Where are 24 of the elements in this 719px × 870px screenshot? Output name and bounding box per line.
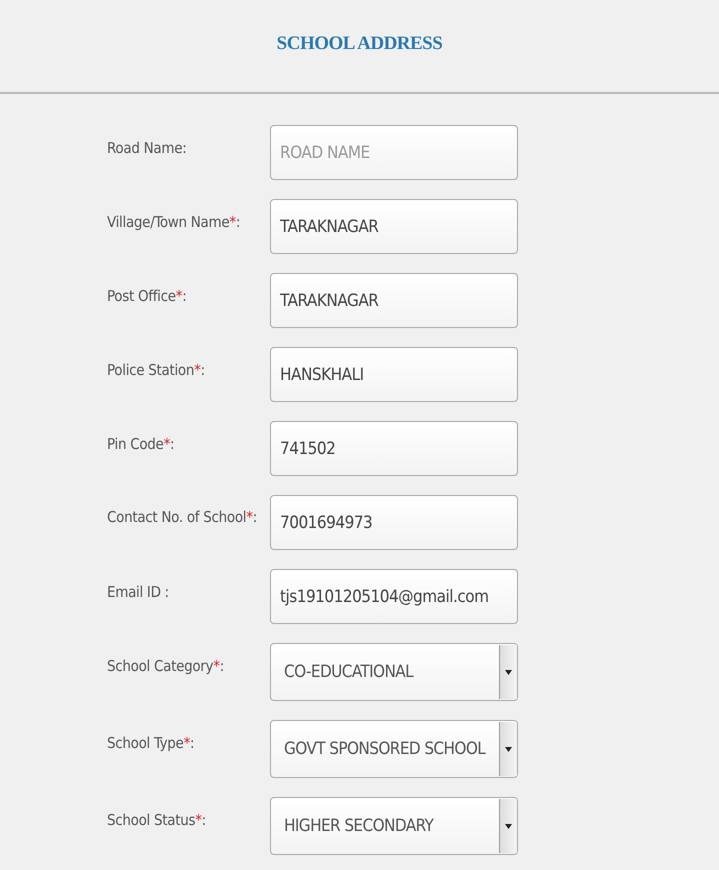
field-label: Email ID : (107, 582, 170, 603)
input-field[interactable]: 7001694973 (270, 495, 518, 550)
field-label: School Category*: (107, 656, 225, 677)
input-field[interactable]: HANSKHALI (270, 347, 518, 402)
caret-icon (505, 824, 512, 828)
caret-icon (505, 746, 512, 752)
field-label: School Status*: (107, 810, 207, 831)
field-label: Police Station*: (107, 360, 206, 381)
dropdown[interactable]: GOVT SPONSORED SCHOOL (270, 720, 518, 778)
field-label: Pin Code*: (107, 434, 176, 455)
input-field[interactable]: TARAKNAGAR (270, 199, 518, 254)
input-field[interactable]: TARAKNAGAR (270, 273, 518, 328)
field-label: Village/Town Name*: (107, 212, 242, 233)
dropdown[interactable]: HIGHER SECONDARY (270, 797, 518, 855)
dropdown[interactable]: CO-EDUCATIONAL (270, 643, 518, 701)
field-label: School Type*: (107, 733, 196, 754)
section-title: SCHOOL ADDRESS (276, 33, 442, 55)
input-field[interactable]: tjs19101205104@gmail.com (270, 569, 518, 624)
input-field[interactable]: ROAD NAME (270, 125, 518, 180)
field-label: Contact No. of School*: (107, 507, 257, 528)
field-label: Road Name: (107, 138, 188, 159)
input-field[interactable]: 741502 (270, 421, 518, 476)
field-label: Post Office*: (107, 286, 188, 307)
caret-icon (505, 670, 512, 674)
